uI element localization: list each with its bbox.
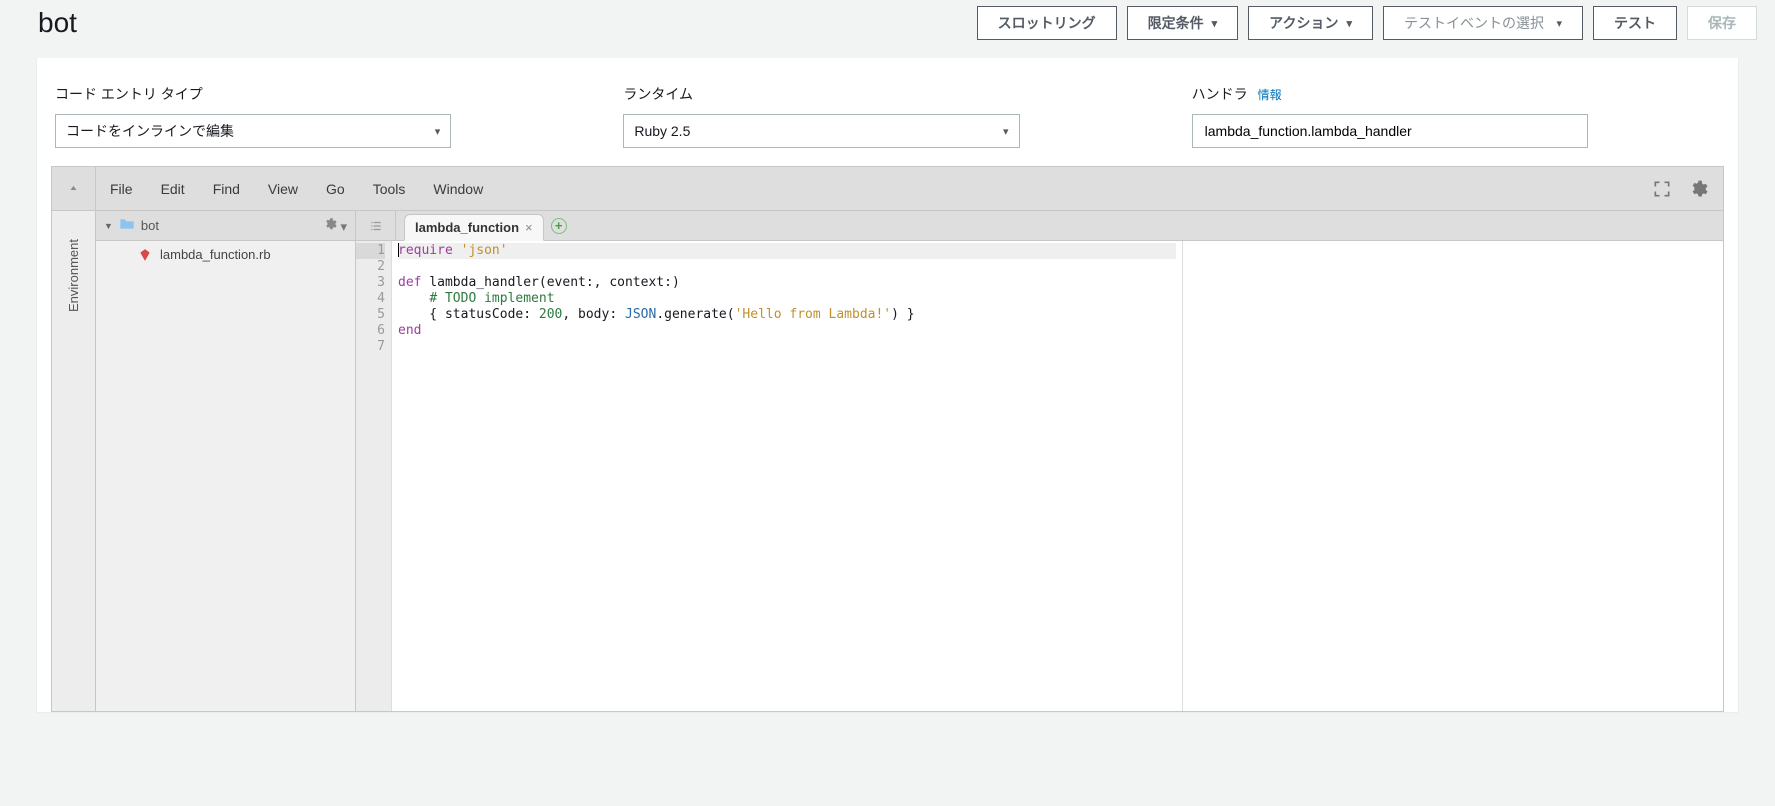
cloud9-editor: File Edit Find View Go Tools Window Envi…: [51, 166, 1724, 712]
code-area[interactable]: 1 2 3 4 5 6 7 require 'json' def lambda_…: [356, 241, 1723, 711]
gear-icon[interactable]: [1687, 178, 1709, 200]
plus-icon: +: [551, 218, 567, 234]
runtime-value: Ruby 2.5: [634, 123, 690, 139]
ruby-icon: [138, 248, 152, 262]
environment-label: Environment: [66, 239, 81, 312]
code-entry-type-value: コードをインラインで編集: [66, 121, 234, 141]
editor-body: Environment ▼ bot ▾ lamb: [52, 211, 1723, 711]
tree-root[interactable]: ▼ bot ▾: [96, 211, 355, 241]
chevron-down-icon: ▼: [104, 221, 113, 231]
handler-col: ハンドラ 情報: [1192, 84, 1720, 148]
add-tab-button[interactable]: +: [544, 211, 574, 240]
tree-file[interactable]: lambda_function.rb: [96, 241, 355, 268]
editor-top-right: [1651, 167, 1723, 210]
tree-root-name: bot: [141, 218, 159, 233]
function-title: bot: [38, 7, 77, 39]
handler-label: ハンドラ: [1192, 84, 1248, 104]
menu-edit[interactable]: Edit: [147, 167, 199, 211]
handler-label-row: ハンドラ 情報: [1192, 84, 1720, 104]
tab-list-icon[interactable]: [356, 211, 396, 240]
gutter: 1 2 3 4 5 6 7: [356, 241, 392, 711]
text-cursor: [398, 243, 399, 257]
code-lines[interactable]: require 'json' def lambda_handler(event:…: [392, 241, 1182, 711]
menu-find[interactable]: Find: [199, 167, 254, 211]
environment-sidebar[interactable]: Environment: [52, 211, 96, 711]
sidebar-toggle-icon[interactable]: [52, 167, 96, 210]
page-header: bot スロットリング 限定条件 アクション テストイベントの選択 テスト 保存: [0, 0, 1775, 58]
tab-label: lambda_function: [415, 220, 519, 235]
config-row: コード エントリ タイプ コードをインラインで編集 ランタイム Ruby 2.5…: [37, 84, 1738, 166]
code-entry-type-select[interactable]: コードをインラインで編集: [55, 114, 451, 148]
qualifiers-button[interactable]: 限定条件: [1127, 6, 1239, 40]
code-entry-type-label: コード エントリ タイプ: [55, 84, 583, 104]
test-event-select[interactable]: テストイベントの選択: [1383, 6, 1583, 40]
close-icon[interactable]: ×: [525, 220, 533, 235]
editor-top-bar: File Edit Find View Go Tools Window: [52, 167, 1723, 211]
save-button: 保存: [1687, 6, 1757, 40]
menu-tools[interactable]: Tools: [359, 167, 420, 211]
tree-file-name: lambda_function.rb: [160, 247, 271, 262]
runtime-label: ランタイム: [623, 84, 1151, 104]
tab-lambda-function[interactable]: lambda_function ×: [404, 214, 544, 241]
function-code-panel: コード エントリ タイプ コードをインラインで編集 ランタイム Ruby 2.5…: [36, 58, 1739, 713]
handler-input[interactable]: [1203, 122, 1577, 140]
handler-input-wrap[interactable]: [1192, 114, 1588, 148]
runtime-col: ランタイム Ruby 2.5: [623, 84, 1151, 148]
right-pane: [1183, 241, 1723, 711]
menu-window[interactable]: Window: [419, 167, 497, 211]
menu-bar: File Edit Find View Go Tools Window: [96, 167, 497, 210]
file-tree: ▼ bot ▾ lambda_function.rb: [96, 211, 356, 711]
handler-info-link[interactable]: 情報: [1258, 86, 1282, 103]
throttling-button[interactable]: スロットリング: [977, 6, 1117, 40]
actions-button[interactable]: アクション: [1248, 6, 1373, 40]
tree-gear-icon[interactable]: ▾: [323, 217, 347, 235]
header-buttons: スロットリング 限定条件 アクション テストイベントの選択 テスト 保存: [977, 6, 1757, 40]
menu-file[interactable]: File: [96, 167, 147, 211]
menu-view[interactable]: View: [254, 167, 312, 211]
test-button[interactable]: テスト: [1593, 6, 1677, 40]
tab-bar: lambda_function × +: [356, 211, 1723, 241]
folder-icon: [119, 218, 135, 233]
runtime-select[interactable]: Ruby 2.5: [623, 114, 1019, 148]
code-pane: lambda_function × + 1 2 3 4 5 6 7: [356, 211, 1723, 711]
fullscreen-icon[interactable]: [1651, 178, 1673, 200]
menu-go[interactable]: Go: [312, 167, 359, 211]
code-entry-type-col: コード エントリ タイプ コードをインラインで編集: [55, 84, 583, 148]
